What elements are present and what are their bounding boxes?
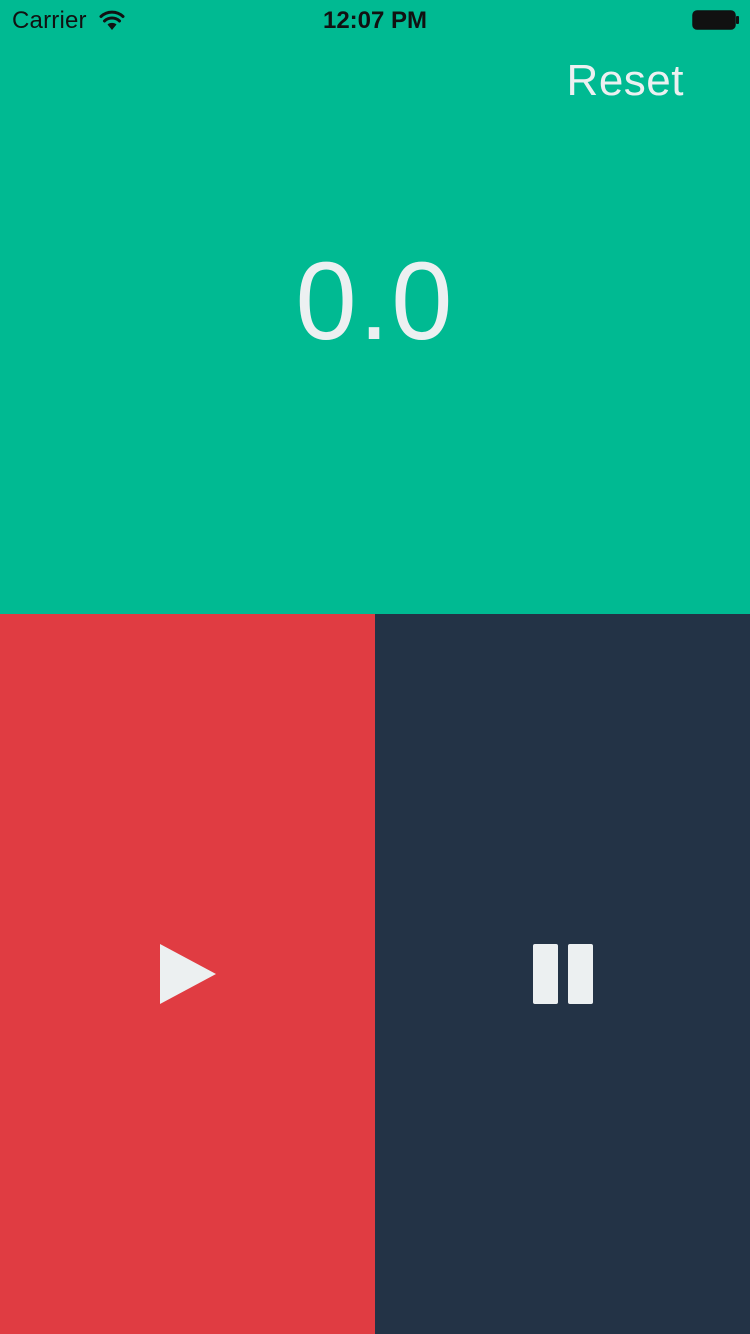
battery-icon (692, 10, 739, 30)
play-icon (160, 944, 216, 1004)
elapsed-time-display: 0.0 (295, 240, 455, 363)
reset-button[interactable]: Reset (567, 56, 684, 106)
status-bar: Carrier 12:07 PM (0, 0, 750, 40)
pause-icon (533, 944, 593, 1004)
stopwatch-app: Carrier 12:07 PM Reset 0.0 (0, 0, 750, 1334)
start-button[interactable] (0, 614, 375, 1334)
status-time: 12:07 PM (322, 7, 428, 34)
timer-panel: Carrier 12:07 PM Reset 0.0 (0, 0, 750, 614)
pause-button[interactable] (375, 614, 750, 1334)
